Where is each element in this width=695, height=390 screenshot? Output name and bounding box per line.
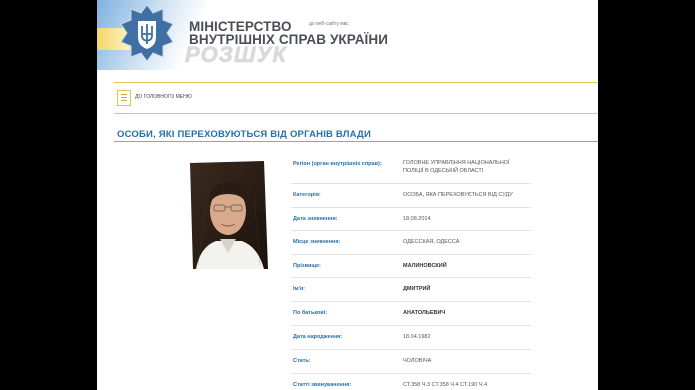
- detail-label: Ім'я:: [293, 286, 305, 292]
- detail-row-region: Регіон (орган внутрішніх справ): ГОЛОВНЕ…: [291, 155, 531, 184]
- detail-value: 18.08.2014: [403, 216, 431, 222]
- detail-value: ГОЛОВНЕ УПРАВЛІННЯ НАЦІОНАЛЬНОЇ ПОЛІЦІЇ …: [403, 159, 510, 175]
- ministry-emblem-icon[interactable]: [119, 4, 175, 62]
- old-site-link[interactable]: до веб-сайту мвс: [309, 21, 349, 27]
- detail-value: ОСОБА, ЯКА ПЕРЕХОВУЄТЬСЯ ВІД СУДУ: [403, 192, 513, 198]
- detail-label: Стать:: [293, 358, 311, 364]
- details-table: Регіон (орган внутрішніх справ): ГОЛОВНЕ…: [291, 155, 531, 390]
- detail-label: Дата зникнення:: [293, 216, 338, 222]
- site-header: МІНІСТЕРСТВО ВНУТРІШНІХ СПРАВ УКРАЇНИ до…: [97, 0, 598, 70]
- menu-divider: [114, 113, 598, 114]
- title-underline: [114, 141, 598, 142]
- detail-value: СТ.358 Ч.3 СТ.358 Ч.4 СТ.190 Ч.4: [403, 382, 488, 388]
- detail-row-patronymic: По батькові: АНАТОЛЬЕВИЧ: [291, 302, 531, 326]
- page-title: ОСОБИ, ЯКІ ПЕРЕХОВУЮТЬСЯ ВІД ОРГАНІВ ВЛА…: [117, 129, 372, 140]
- list-icon[interactable]: [117, 90, 131, 106]
- home-menu-label[interactable]: ДО ГОЛОВНОГО МЕНЮ: [135, 94, 192, 100]
- detail-label: Регіон (орган внутрішніх справ):: [293, 161, 382, 167]
- header-divider: [114, 82, 598, 83]
- page: МІНІСТЕРСТВО ВНУТРІШНІХ СПРАВ УКРАЇНИ до…: [97, 0, 598, 390]
- detail-label: Категорія:: [293, 192, 321, 198]
- detail-row-surname: Прізвище: МАЛИНОВСКИЙ: [291, 255, 531, 278]
- detail-row-charges: Статті звинувачення: СТ.358 Ч.3 СТ.358 Ч…: [291, 374, 531, 390]
- detail-label: По батькові:: [293, 310, 328, 316]
- detail-row-category: Категорія: ОСОБА, ЯКА ПЕРЕХОВУЄТЬСЯ ВІД …: [291, 184, 531, 208]
- detail-value: ЧОЛОВІЧА: [403, 358, 432, 364]
- detail-value: 18.04.1982: [403, 334, 431, 340]
- detail-value: ОДЕССКАЯ, ОДЕССА: [403, 239, 460, 245]
- detail-value: АНАТОЛЬЕВИЧ: [403, 310, 446, 316]
- detail-row-sex: Стать: ЧОЛОВІЧА: [291, 350, 531, 374]
- detail-label: Дата народження:: [293, 334, 343, 340]
- detail-row-birth-date: Дата народження: 18.04.1982: [291, 326, 531, 350]
- section-title: РОЗШУК: [185, 42, 287, 67]
- detail-label: Місце зникнення:: [293, 239, 341, 245]
- detail-row-disappearance-place: Місце зникнення: ОДЕССКАЯ, ОДЕССА: [291, 231, 531, 255]
- detail-value: ДМИТРИЙ: [403, 286, 431, 292]
- detail-value-line: ГОЛОВНЕ УПРАВЛІННЯ НАЦІОНАЛЬНОЇ: [403, 160, 510, 166]
- detail-value: МАЛИНОВСКИЙ: [403, 263, 447, 269]
- detail-value-line: ПОЛІЦІЇ В ОДЕСЬКІЙ ОБЛАСТІ: [403, 168, 484, 174]
- detail-row-first-name: Ім'я: ДМИТРИЙ: [291, 278, 531, 302]
- person-photo: [190, 161, 268, 269]
- detail-label: Статті звинувачення:: [293, 382, 352, 388]
- detail-label: Прізвище:: [293, 263, 321, 269]
- detail-row-disappearance-date: Дата зникнення: 18.08.2014: [291, 208, 531, 231]
